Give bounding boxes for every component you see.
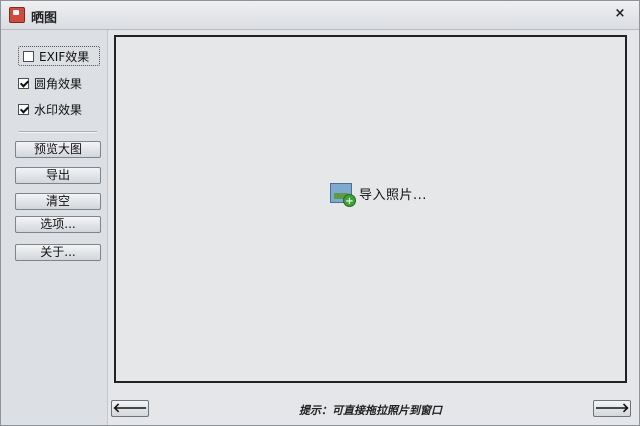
arrow-right-icon: 🡒 xyxy=(594,401,630,416)
arrow-left-icon: 🡐 xyxy=(112,401,148,416)
app-icon xyxy=(9,7,25,23)
exif-effect-label: EXIF效果 xyxy=(39,49,90,64)
window-title: 晒图 xyxy=(31,11,58,26)
prev-button[interactable]: 🡐 xyxy=(111,400,149,417)
close-button[interactable]: × xyxy=(611,5,629,23)
clear-button[interactable]: 清空 xyxy=(15,193,101,210)
sidebar: EXIF效果 圆角效果 水印效果 预览大图 导出 清空 选项... 关于... xyxy=(1,30,108,425)
drag-hint: 提示：可直接拖拉照片到窗口 xyxy=(299,404,442,417)
main-window: 晒图 × EXIF效果 圆角效果 水印效果 预览大图 导出 清空 选项... 关… xyxy=(0,0,640,426)
options-button[interactable]: 选项... xyxy=(15,216,101,233)
checkbox-box xyxy=(18,103,29,115)
rounded-corners-label: 圆角效果 xyxy=(34,76,83,91)
import-photos-link[interactable]: + 导入照片... xyxy=(330,183,427,207)
import-photos-label: 导入照片... xyxy=(359,187,427,203)
photo-canvas[interactable]: + 导入照片... xyxy=(114,35,627,383)
add-photo-icon: + xyxy=(330,183,356,207)
watermark-checkbox[interactable]: 水印效果 xyxy=(18,99,100,119)
checkbox-box xyxy=(18,77,29,89)
rounded-corners-checkbox[interactable]: 圆角效果 xyxy=(18,73,100,93)
title-bar: 晒图 × xyxy=(1,1,639,30)
sidebar-divider xyxy=(19,131,97,133)
next-button[interactable]: 🡒 xyxy=(593,400,631,417)
checkbox-box xyxy=(23,50,34,62)
bottom-bar: 🡐 提示：可直接拖拉照片到窗口 🡒 xyxy=(107,393,639,425)
exif-effect-checkbox[interactable]: EXIF效果 xyxy=(18,46,100,66)
preview-large-button[interactable]: 预览大图 xyxy=(15,141,101,158)
about-button[interactable]: 关于... xyxy=(15,244,101,261)
watermark-label: 水印效果 xyxy=(34,102,83,117)
export-button[interactable]: 导出 xyxy=(15,167,101,184)
